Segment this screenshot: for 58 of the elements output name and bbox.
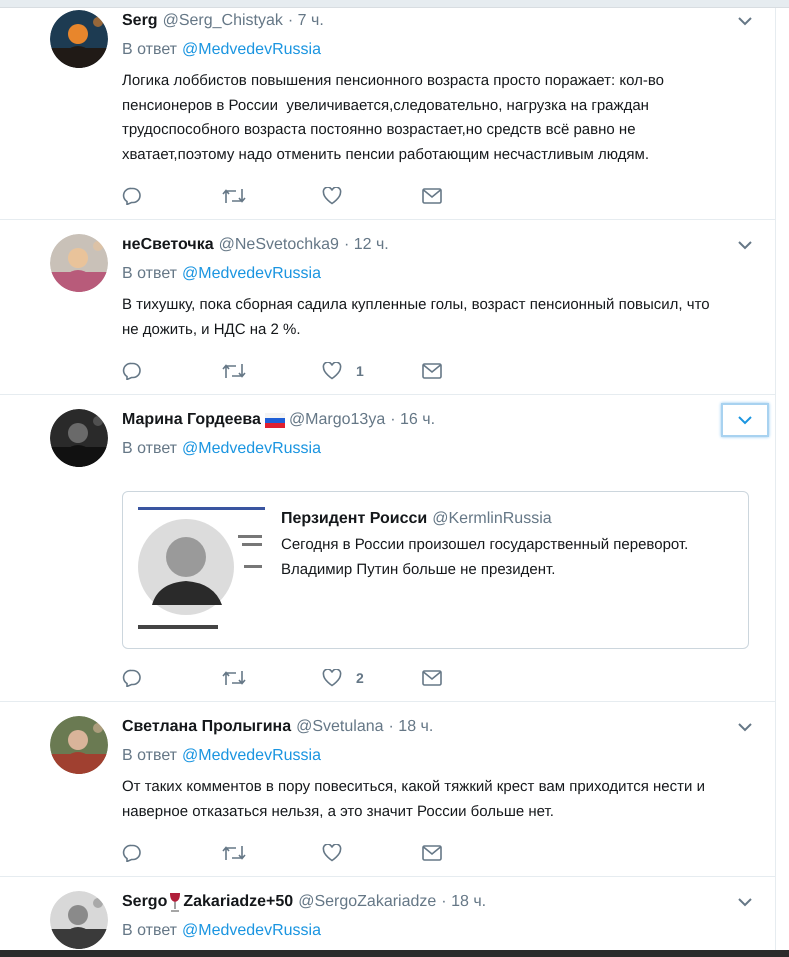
- retweet-icon[interactable]: [222, 669, 246, 687]
- chevron-down-icon: [737, 240, 753, 250]
- retweet-icon[interactable]: [222, 187, 246, 205]
- user-name[interactable]: Марина Гордеева: [122, 408, 261, 432]
- user-handle[interactable]: @Margo13ya: [288, 408, 386, 432]
- quoted-tweet-text: Сегодня в России произошел государственный переворот. Владимир Путин больше не президент.: [281, 535, 690, 580]
- user-handle[interactable]: @NeSvetochka9: [218, 233, 339, 257]
- retweet-icon[interactable]: [222, 362, 246, 380]
- tweet-text: В тихушку, пока сборная садила купленные голы, возраст пенсионный повысил, что не дожить, и НДС на 2 %.: [122, 295, 711, 340]
- mail-icon[interactable]: [422, 670, 442, 686]
- mention-link[interactable]: @MedvedevRussia: [182, 919, 321, 943]
- user-name[interactable]: Sergo: [122, 890, 168, 914]
- like-count: 1: [356, 362, 364, 380]
- tweet-text: От таких комментов в пору повеситься, какой тяжкий крест вам приходится нести и наверное отказаться нельзя, а это значит России больше нет.: [122, 777, 706, 822]
- user-handle[interactable]: @Serg_Chistyak: [162, 9, 283, 33]
- reply-icon[interactable]: [122, 362, 142, 380]
- user-handle[interactable]: @Svetulana: [296, 715, 384, 739]
- tweet-text: Логика лоббистов повышения пенсионного возраста просто поражает: кол-во пенсионеров в России увеличивается,следовательно, нагрузка на граждан трудоспособного возраста постоянно возрастает,но средств всё равно не хватает,поэтому надо отменить пенсии работающим несчастливым людям.: [122, 71, 665, 164]
- user-handle[interactable]: @SergoZakariadze: [298, 890, 436, 914]
- timestamp[interactable]: · 16 ч.: [390, 408, 436, 432]
- mail-icon[interactable]: [422, 188, 442, 204]
- quoted-user-name: Перзидент Роисси: [281, 509, 428, 529]
- reply-icon[interactable]: [122, 187, 142, 205]
- wine-glass-icon: [168, 892, 182, 912]
- chevron-down-icon: [737, 897, 753, 907]
- user-name[interactable]: Светлана Пролыгина: [122, 715, 292, 739]
- quoted-user-handle: @KermlinRussia: [432, 509, 552, 529]
- chevron-down-icon: [737, 16, 753, 26]
- heart-icon[interactable]: [322, 362, 342, 380]
- user-name[interactable]: Zakariadze+50: [183, 890, 294, 914]
- heart-icon[interactable]: [322, 844, 342, 862]
- timestamp[interactable]: · 18 ч.: [441, 890, 486, 914]
- mail-icon[interactable]: [422, 363, 442, 379]
- reply-label: В ответ: [122, 921, 178, 941]
- mail-icon[interactable]: [422, 845, 442, 861]
- reply-label: В ответ: [122, 40, 178, 60]
- heart-icon[interactable]: [322, 187, 342, 205]
- reply-label: В ответ: [122, 439, 178, 459]
- timestamp[interactable]: · 7 ч.: [288, 9, 324, 33]
- mention-link[interactable]: @MedvedevRussia: [182, 38, 321, 62]
- retweet-icon[interactable]: [222, 844, 246, 862]
- mention-link[interactable]: @MedvedevRussia: [182, 262, 321, 286]
- reply-label: В ответ: [122, 746, 178, 766]
- mention-link[interactable]: @MedvedevRussia: [182, 744, 321, 768]
- quoted-tweet-card[interactable]: Перзидент Роисси @KermlinRussia Сегодня в России произошел государственный переворот. Владимир Путин больше не президент.: [122, 491, 749, 649]
- timestamp[interactable]: · 12 ч.: [344, 233, 389, 257]
- heart-icon[interactable]: [322, 669, 342, 687]
- flag-icon: [264, 412, 285, 428]
- chevron-down-icon: [737, 415, 753, 425]
- like-count: 2: [356, 668, 364, 688]
- timestamp[interactable]: · 18 ч.: [388, 715, 434, 739]
- user-name[interactable]: Serg: [122, 9, 158, 33]
- chevron-down-icon: [737, 722, 753, 732]
- reply-icon[interactable]: [122, 844, 142, 862]
- mention-link[interactable]: @MedvedevRussia: [182, 437, 321, 461]
- reply-label: В ответ: [122, 264, 178, 284]
- reply-icon[interactable]: [122, 669, 142, 687]
- user-name[interactable]: неСветочка: [122, 233, 214, 257]
